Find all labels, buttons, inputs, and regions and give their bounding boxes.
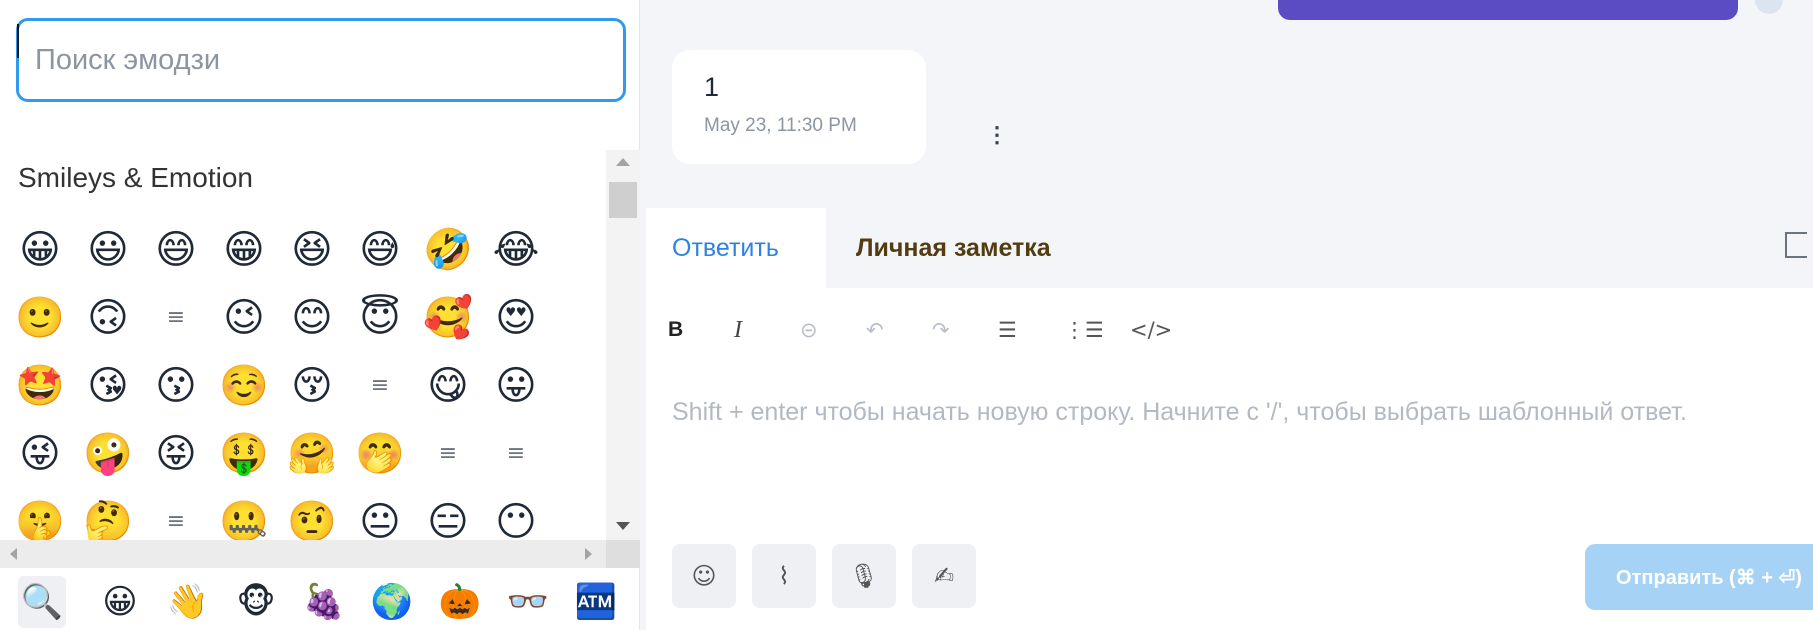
scroll-down-arrow-icon[interactable] [616,522,630,530]
emoji-cell[interactable]: 😶 [482,488,550,540]
send-button[interactable]: Отправить (⌘ + ⏎) [1585,544,1813,610]
emoji-cell[interactable]: 😃 [74,216,142,284]
emoji-cell[interactable]: 😜 [6,420,74,488]
glasses-icon[interactable]: 👓 [494,576,562,628]
emoji-cell[interactable]: 😘 [74,352,142,420]
emoji-cell[interactable]: 🤐 [210,488,278,540]
emoji-cell[interactable]: 😚 [278,352,346,420]
emoji-cell[interactable]: 😛 [482,352,550,420]
signature-button[interactable]: ✍ [912,544,976,608]
smiley-icon: ☺ [691,562,717,590]
emoji-cell[interactable]: 🤨 [278,488,346,540]
emoji-cell[interactable]: ☺️ [210,352,278,420]
emoji-cell[interactable]: 😇 [346,284,414,352]
emoji-cell[interactable]: 😍 [482,284,550,352]
scrollbar-corner [606,540,640,568]
emoji-cell[interactable]: 😗 [142,352,210,420]
code-icon[interactable]: </> [1130,310,1196,350]
emoji-cell[interactable]: 🤫 [6,488,74,540]
emoji-cell[interactable]: 😅 [346,216,414,284]
emoji-cell[interactable]: ≡ [482,420,550,488]
message-bubble: 1 May 23, 11:30 PM [672,50,926,164]
link-icon[interactable]: ⊝ [800,310,866,350]
globe-icon[interactable]: 🌍 [358,576,426,628]
emoji-cell[interactable]: 🤩 [6,352,74,420]
text-caret [17,24,19,58]
emoji-cell[interactable]: 🤪 [74,420,142,488]
emoji-cell[interactable]: 😆 [278,216,346,284]
editor: B I ⊝ ↶ ↷ ☰ ⋮☰ </> Shift + enter чтобы н… [646,288,1813,630]
ordered-list-icon[interactable]: ⋮☰ [1064,310,1130,350]
jack-o-lantern-icon[interactable]: 🎃 [426,576,494,628]
message-text: 1 [704,72,720,102]
emoji-cell[interactable]: 🤣 [414,216,482,284]
bold-button[interactable]: B [668,310,734,350]
signature-pen-icon: ✍ [933,562,955,590]
emoji-grid: 😀 😃 😄 😁 😆 😅 🤣 😂 🙂 🙃 ≡ 😉 😊 😇 🥰 😍 🤩 😘 😗 ☺️ 😚 ≡ 😋 😛 😜 🤪 😝 🤑 🤗 🤭 ≡ ≡ 🤫 🤔 ≡ 🤐 🤨 😐 😑… [6,216,550,540]
paperclip-icon: ⌇ [778,562,790,590]
category-title: Smileys & Emotion [18,162,253,193]
attach-button[interactable]: ⌇ [752,544,816,608]
emoji-button[interactable]: ☺ [672,544,736,608]
top-banner [1278,0,1738,20]
emoji-cell[interactable]: 😉 [210,284,278,352]
composer-actions: ☺ ⌇ 🎙 ✍ [672,544,976,608]
composer-tabs: Ответить Личная заметка [646,208,1813,288]
scroll-thumb[interactable] [609,182,637,218]
emoji-cell[interactable]: ≡ [142,284,210,352]
tab-reply[interactable]: Ответить [646,208,826,288]
voice-button[interactable]: 🎙 [832,544,896,608]
vertical-scrollbar[interactable] [606,150,640,540]
emoji-search-input[interactable] [35,43,607,77]
emoji-cell[interactable]: 😄 [142,216,210,284]
reply-composer: Ответить Личная заметка B I ⊝ ↶ ↷ ☰ ⋮☰ <… [646,208,1813,630]
emoji-cell[interactable]: 😂 [482,216,550,284]
microphone-icon: 🎙 [848,562,880,590]
emoji-cell[interactable]: 🥰 [414,284,482,352]
emoji-cell[interactable]: 🤑 [210,420,278,488]
horizontal-scrollbar[interactable] [0,540,606,568]
monkey-icon[interactable]: 🐵 [222,576,290,628]
italic-button[interactable]: I [734,310,800,350]
emoji-picker: Smileys & Emotion 😀😃😄😁😆😅🤣😂🙂🙃≡😉😊😇🥰😍🤩😘😗☺️😚… [0,0,640,630]
emoji-cell[interactable]: 🙃 [74,284,142,352]
emoji-cell[interactable]: 🤗 [278,420,346,488]
message-menu-icon[interactable]: ⋮ [986,122,1008,148]
emoji-cell[interactable]: 😁 [210,216,278,284]
message-timestamp: May 23, 11:30 PM [704,115,857,136]
emoji-cell[interactable]: 😋 [414,352,482,420]
undo-icon[interactable]: ↶ [866,310,932,350]
message-input[interactable]: Shift + enter чтобы начать новую строку.… [672,390,1782,434]
smiley-icon[interactable]: 😀 [86,576,154,628]
atm-icon[interactable]: 🏧 [562,576,630,628]
emoji-cell[interactable]: 😐 [346,488,414,540]
tab-private-note[interactable]: Личная заметка [826,208,1106,288]
emoji-list: Smileys & Emotion 😀 😃 😄 😁 😆 😅 🤣 😂 🙂 🙃 ≡ 😉 😊 😇 🥰 😍 🤩 😘 😗 ☺️ 😚… [0,140,606,540]
waving-hand-icon[interactable]: 👋 [154,576,222,628]
scroll-right-arrow-icon[interactable] [585,548,592,560]
emoji-cell[interactable]: 😑 [414,488,482,540]
emoji-category-bar: 🔍 😀 👋 🐵 🍇 🌍 🎃 👓 🏧 [0,574,640,630]
redo-icon[interactable]: ↷ [932,310,998,350]
search-icon[interactable]: 🔍 [18,576,66,628]
formatting-toolbar: B I ⊝ ↶ ↷ ☰ ⋮☰ </> [668,310,1196,350]
bullet-list-icon[interactable]: ☰ [998,310,1064,350]
expand-icon[interactable] [1785,232,1807,258]
emoji-search-box[interactable] [16,18,626,102]
grapes-icon[interactable]: 🍇 [290,576,358,628]
emoji-cell[interactable]: 🤭 [346,420,414,488]
emoji-cell[interactable]: ≡ [346,352,414,420]
emoji-cell[interactable]: ≡ [142,488,210,540]
emoji-cell[interactable]: 🙂 [6,284,74,352]
avatar [1755,0,1783,14]
scroll-up-arrow-icon[interactable] [616,158,630,166]
scroll-left-arrow-icon[interactable] [10,548,17,560]
emoji-cell[interactable]: 🤔 [74,488,142,540]
emoji-cell[interactable]: 😀 [6,216,74,284]
emoji-cell[interactable]: ≡ [414,420,482,488]
emoji-cell[interactable]: 😊 [278,284,346,352]
emoji-cell[interactable]: 😝 [142,420,210,488]
